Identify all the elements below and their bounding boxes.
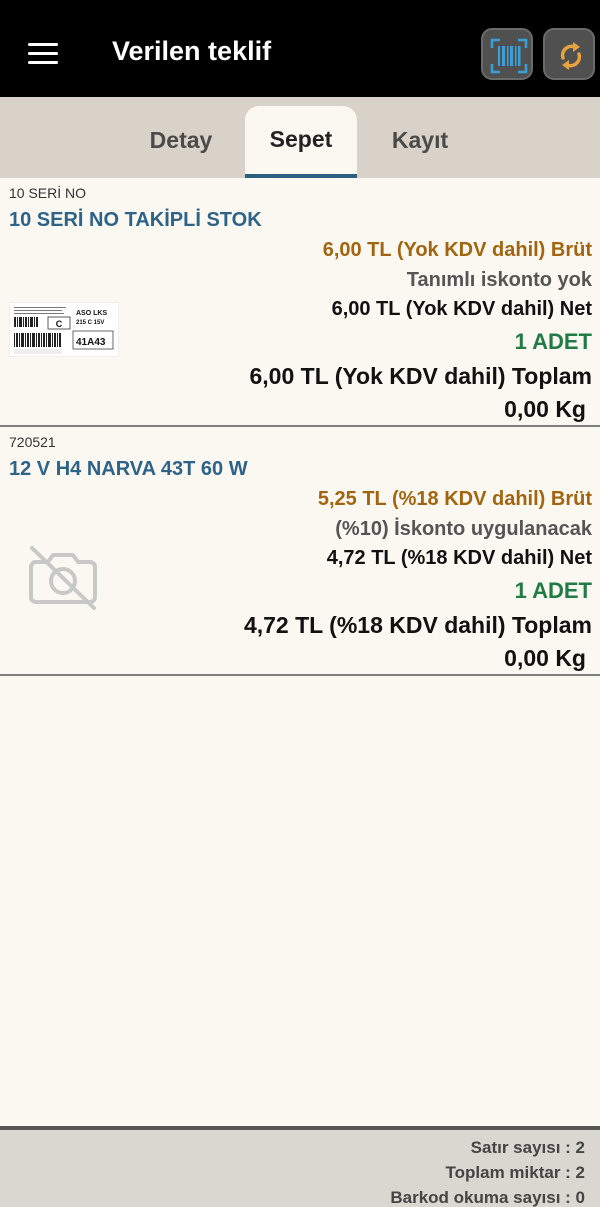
product-image: C ASO LKS 215 C 15V 41A43 (9, 302, 119, 357)
item-name: 10 SERİ NO TAKİPLİ STOK (9, 209, 262, 231)
item-quantity: 1 ADET (514, 578, 592, 603)
row-count: Satır sayısı : 2 (470, 1138, 585, 1157)
page-title: Verilen teklif (112, 36, 272, 66)
app-bar: Verilen teklif (0, 0, 600, 97)
item-gross-price: 5,25 TL (%18 KDV dahil) Brüt (317, 488, 592, 510)
item-total: 4,72 TL (%18 KDV dahil) Toplam (243, 612, 592, 638)
item-weight: 0,00 Kg (504, 645, 586, 671)
item-gross-price: 6,00 TL (Yok KDV dahil) Brüt (322, 239, 592, 261)
label-text-1: ASO LKS (76, 310, 107, 317)
item-code: 720521 (9, 434, 56, 450)
barcode-scan-button[interactable] (481, 28, 533, 80)
summary-footer: Satır sayısı : 2 Toplam miktar : 2 Barko… (0, 1126, 600, 1207)
total-quantity: Toplam miktar : 2 (445, 1163, 586, 1182)
basket-item[interactable]: 10 SERİ NO 10 SERİ NO TAKİPLİ STOK 6,00 … (0, 178, 600, 427)
item-discount: Tanımlı iskonto yok (406, 269, 592, 291)
item-code: 10 SERİ NO (9, 185, 87, 201)
item-discount: (%10) İskonto uygulanacak (335, 518, 592, 540)
basket-item[interactable]: 720521 12 V H4 NARVA 43T 60 W 5,25 TL (%… (0, 427, 600, 676)
refresh-icon (560, 42, 582, 70)
label-code: 41A43 (76, 337, 106, 348)
item-quantity: 1 ADET (514, 329, 592, 354)
item-weight: 0,00 Kg (504, 396, 586, 422)
barcode-read-count: Barkod okuma sayısı : 0 (390, 1188, 585, 1207)
label-text-2: 215 C 15V (76, 320, 104, 326)
barcode-scan-icon (490, 38, 528, 74)
label-letter: C (56, 319, 63, 329)
tab-sepet[interactable]: Sepet (245, 106, 357, 178)
item-net-price: 6,00 TL (Yok KDV dahil) Net (331, 298, 592, 320)
refresh-button[interactable] (543, 28, 595, 80)
item-net-price: 4,72 TL (%18 KDV dahil) Net (326, 547, 592, 569)
item-name: 12 V H4 NARVA 43T 60 W (9, 458, 248, 480)
no-photo-icon (29, 546, 97, 610)
tab-detay[interactable]: Detay (120, 97, 242, 178)
menu-icon[interactable] (28, 42, 60, 66)
tab-bar: Detay Sepet Kayıt (0, 97, 600, 178)
tab-kayit[interactable]: Kayıt (360, 97, 480, 178)
item-total: 6,00 TL (Yok KDV dahil) Toplam (249, 363, 593, 389)
